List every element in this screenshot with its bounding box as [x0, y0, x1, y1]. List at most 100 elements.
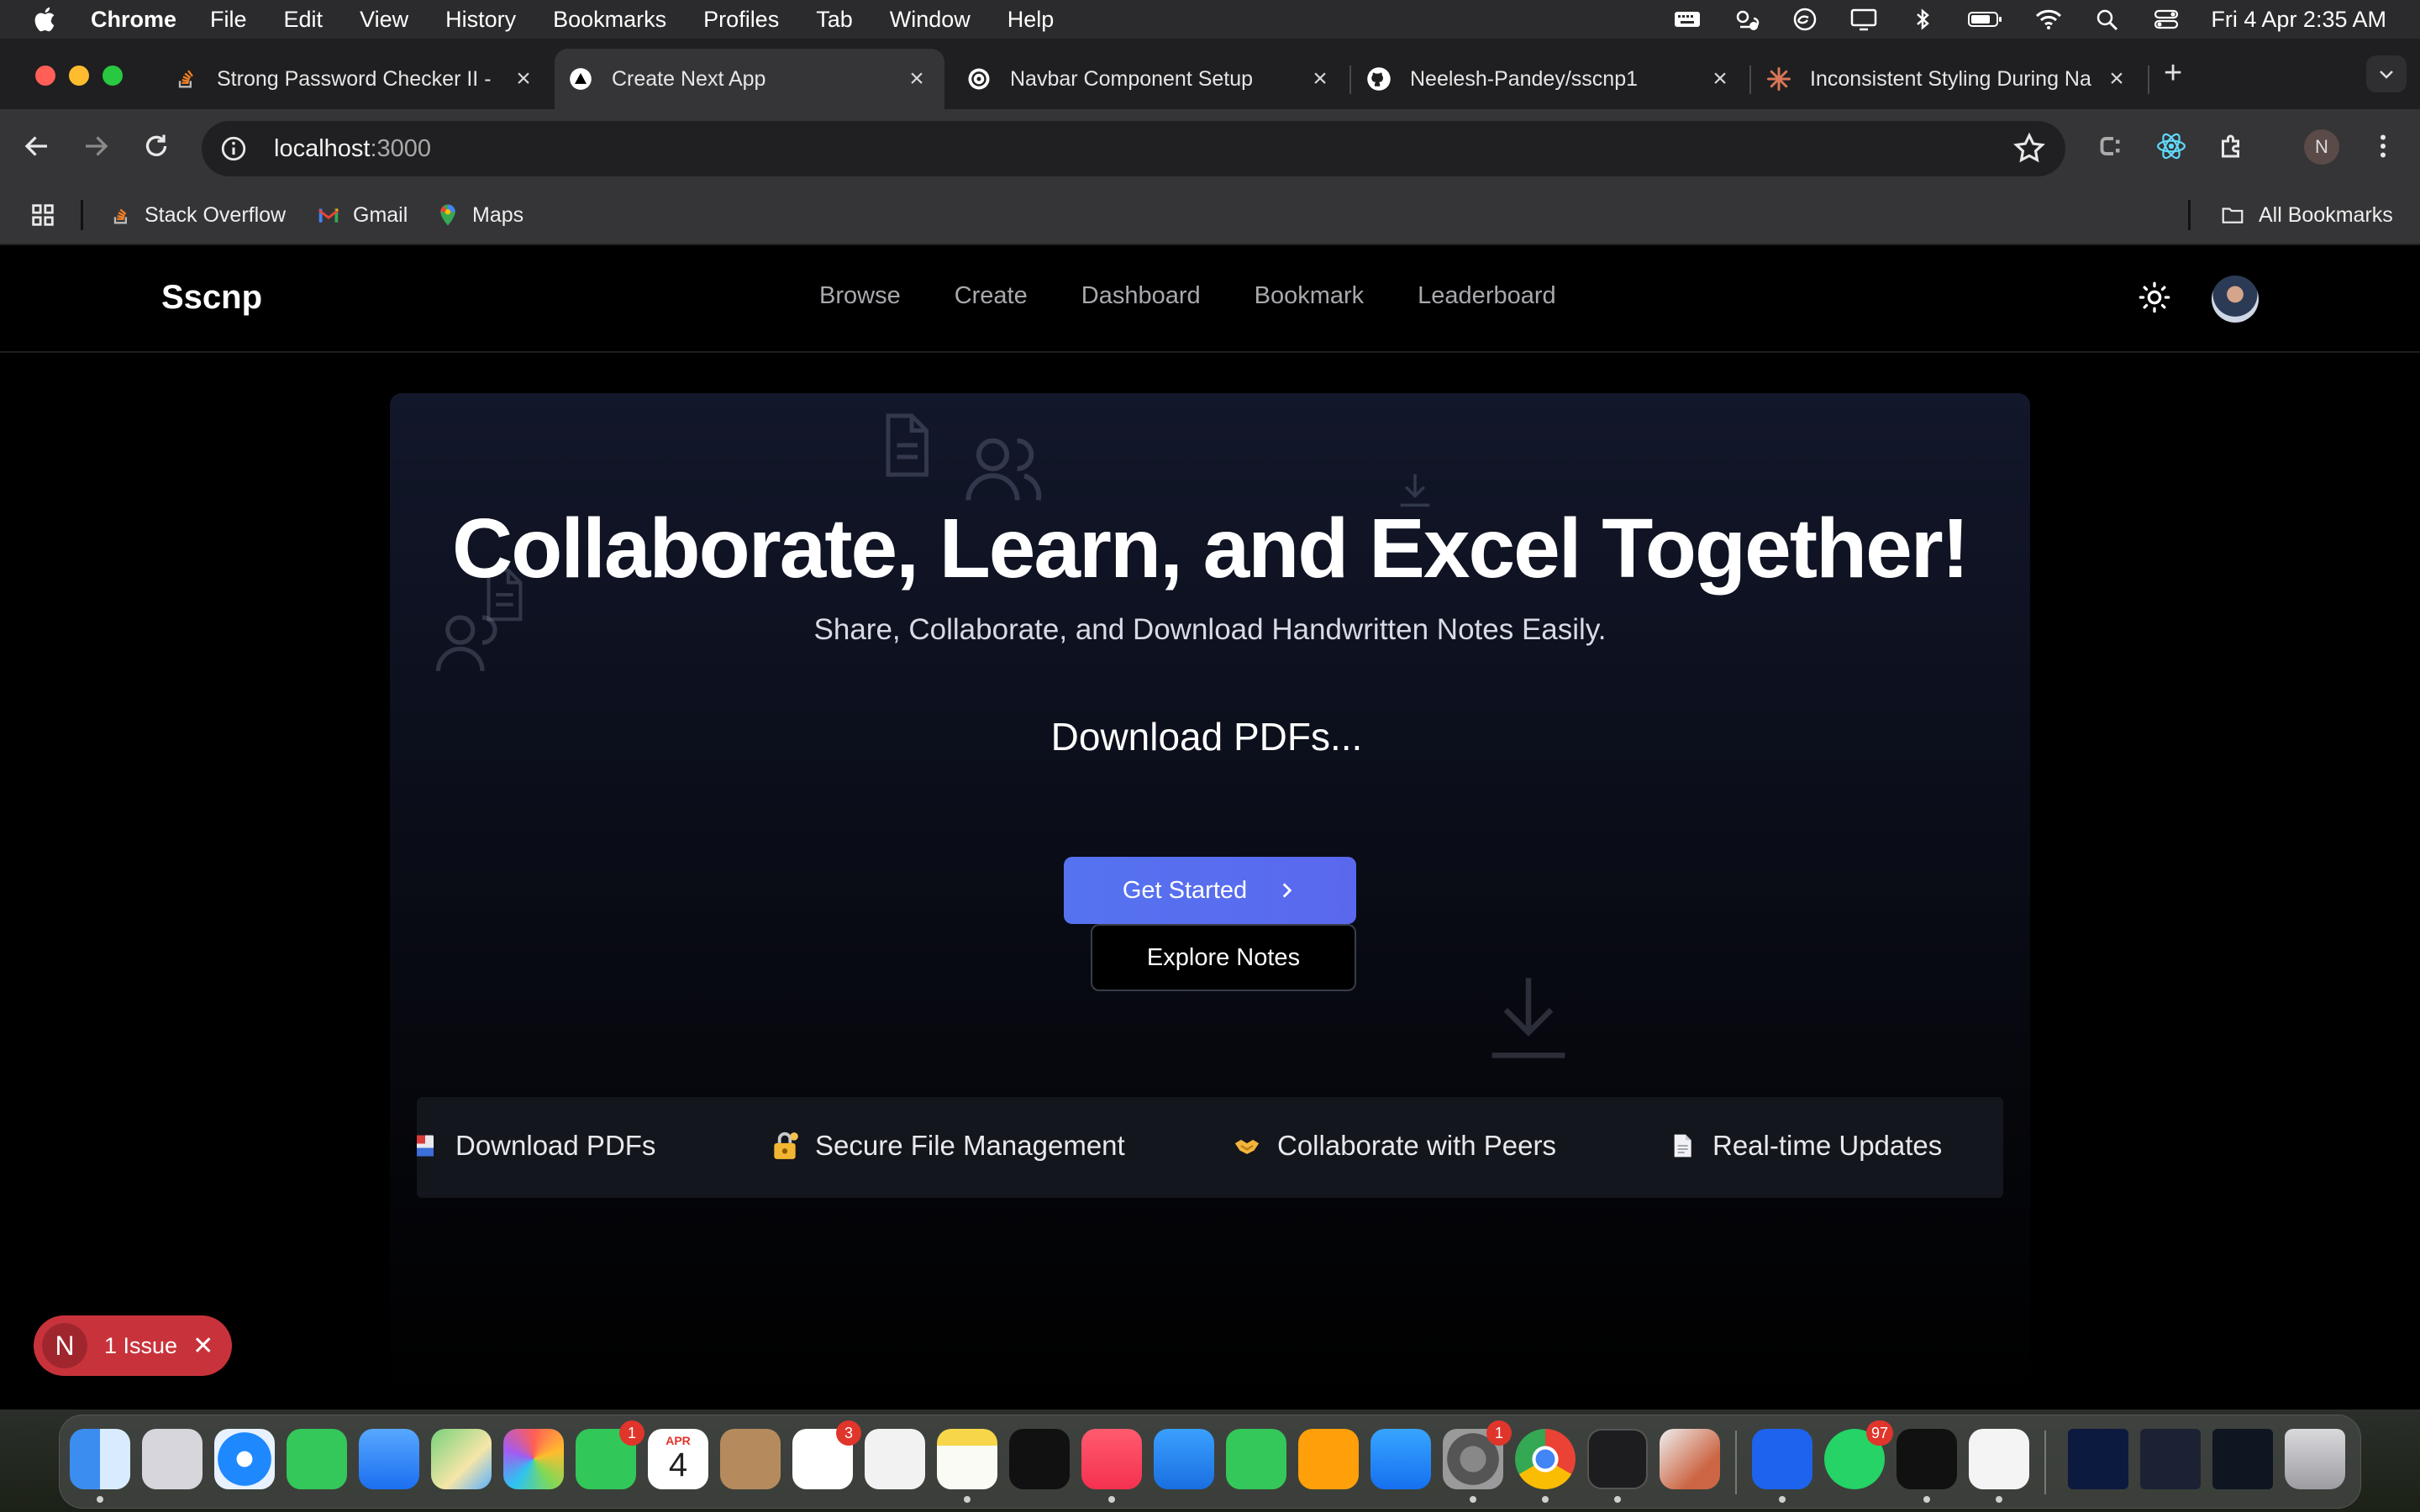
reload-button[interactable] — [138, 128, 175, 165]
bookmark-gmail[interactable]: Gmail — [316, 200, 408, 230]
user-avatar[interactable] — [2212, 276, 2259, 323]
menu-help[interactable]: Help — [1007, 7, 1055, 33]
minimized-window-thumbnail[interactable] — [2068, 1429, 2128, 1489]
photos-icon[interactable] — [503, 1429, 564, 1489]
maps-icon[interactable] — [431, 1429, 492, 1489]
tab-search-button[interactable] — [2366, 55, 2407, 92]
nav-link-bookmark[interactable]: Bookmark — [1255, 282, 1365, 310]
back-button[interactable] — [18, 128, 55, 165]
bookmark-stack-overflow[interactable]: Stack Overflow — [109, 200, 286, 230]
react-devtools-button[interactable] — [2153, 128, 2190, 165]
battery-icon[interactable] — [1967, 7, 2004, 32]
window-close-button[interactable] — [35, 66, 55, 86]
messages-icon[interactable] — [287, 1429, 347, 1489]
bluetooth-icon[interactable] — [1908, 7, 1937, 32]
weather-icon[interactable] — [1732, 7, 1760, 32]
tab-inconsistent-styling[interactable]: Inconsistent Styling During Na × — [1753, 49, 2144, 109]
contacts-icon[interactable] — [720, 1429, 781, 1489]
extensions-button[interactable] — [2213, 128, 2250, 165]
close-tab-icon[interactable]: × — [1307, 66, 1333, 92]
nav-link-create[interactable]: Create — [955, 282, 1028, 310]
screen-mirror-icon[interactable] — [1849, 7, 1878, 32]
site-info-icon[interactable] — [217, 132, 250, 165]
system-settings-icon[interactable]: 1 — [1443, 1420, 1512, 1489]
menu-history[interactable]: History — [445, 7, 516, 33]
get-started-button[interactable]: Get Started — [1064, 857, 1356, 924]
sun-icon[interactable] — [2138, 281, 2171, 314]
nav-link-browse[interactable]: Browse — [819, 282, 901, 310]
finder-icon[interactable] — [70, 1429, 130, 1489]
tab-create-next-app[interactable]: Create Next App × — [555, 49, 944, 109]
close-tab-icon[interactable]: × — [1707, 66, 1733, 92]
window-minimize-button[interactable] — [69, 66, 89, 86]
keyboard-icon[interactable] — [1673, 7, 1702, 32]
address-text[interactable]: localhost:3000 — [274, 135, 431, 163]
trash-icon[interactable] — [2285, 1429, 2345, 1489]
facetime-icon[interactable]: 1 — [576, 1420, 644, 1489]
menu-profiles[interactable]: Profiles — [703, 7, 779, 33]
nav-link-dashboard[interactable]: Dashboard — [1081, 282, 1201, 310]
docker-icon[interactable] — [1752, 1429, 1812, 1489]
tab-strong-password[interactable]: Strong Password Checker II - × — [160, 49, 551, 109]
explore-notes-button[interactable]: Explore Notes — [1091, 924, 1356, 991]
profile-avatar[interactable]: N — [2304, 129, 2339, 165]
nextjs-issues-badge[interactable]: N 1 Issue ✕ — [34, 1315, 232, 1376]
wifi-icon[interactable] — [2034, 7, 2063, 32]
close-tab-icon[interactable]: × — [904, 66, 929, 92]
tab-github-sscnp1[interactable]: Neelesh-Pandey/sscnp1 × — [1353, 49, 1748, 109]
notes-icon[interactable] — [937, 1429, 997, 1489]
chrome-menu-button[interactable] — [2365, 128, 2402, 165]
whatsapp-icon[interactable]: 97 — [1824, 1420, 1893, 1489]
notification-badge: 3 — [836, 1420, 861, 1446]
menu-bookmarks[interactable]: Bookmarks — [553, 7, 666, 33]
pages-icon[interactable] — [1298, 1429, 1359, 1489]
menu-tab[interactable]: Tab — [816, 7, 853, 33]
creative-cloud-icon[interactable] — [1791, 7, 1819, 32]
tab-navbar-component-setup[interactable]: Navbar Component Setup × — [953, 49, 1348, 109]
terminal-icon[interactable] — [1587, 1429, 1648, 1489]
app-name[interactable]: Chrome — [91, 7, 176, 33]
apple-logo-icon[interactable] — [32, 5, 60, 34]
close-tab-icon[interactable]: × — [2104, 66, 2129, 92]
menu-window[interactable]: Window — [890, 7, 971, 33]
numbers-icon[interactable] — [1226, 1429, 1286, 1489]
music-icon[interactable] — [1081, 1429, 1142, 1489]
launchpad-icon[interactable] — [142, 1429, 203, 1489]
nextjs-logo-icon: N — [42, 1323, 87, 1368]
menubar-clock[interactable]: Fri 4 Apr 2:35 AM — [2211, 7, 2386, 33]
nav-link-leaderboard[interactable]: Leaderboard — [1418, 282, 1555, 310]
forward-button[interactable] — [77, 128, 114, 165]
close-tab-icon[interactable]: × — [511, 66, 536, 92]
app-store-icon[interactable] — [1370, 1429, 1431, 1489]
menu-file[interactable]: File — [210, 7, 247, 33]
mail-icon[interactable] — [359, 1429, 419, 1489]
chrome-icon[interactable] — [1515, 1429, 1576, 1489]
freeform-icon[interactable] — [865, 1429, 925, 1489]
site-brand[interactable]: Sscnp — [161, 279, 262, 317]
issues-count[interactable]: 1 Issue — [104, 1333, 177, 1359]
bookmark-star-icon[interactable] — [2012, 131, 2047, 166]
vscode-icon[interactable] — [1969, 1429, 2029, 1489]
menu-edit[interactable]: Edit — [284, 7, 324, 33]
all-bookmarks-button[interactable]: All Bookmarks — [2218, 200, 2393, 230]
close-icon[interactable]: ✕ — [192, 1331, 213, 1361]
bookmark-maps[interactable]: Maps — [435, 200, 523, 230]
spotlight-icon[interactable] — [2093, 7, 2122, 32]
new-tab-button[interactable]: + — [2164, 55, 2182, 92]
bookmark-label: All Bookmarks — [2259, 202, 2393, 227]
calendar-icon[interactable]: APR 4 — [648, 1429, 708, 1489]
control-center-icon[interactable] — [2152, 7, 2181, 32]
window-zoom-button[interactable] — [103, 66, 123, 86]
reminders-icon[interactable]: 3 — [792, 1420, 861, 1489]
extension-c-button[interactable] — [2092, 128, 2129, 165]
simulator-icon[interactable] — [1660, 1429, 1720, 1489]
apple-tv-icon[interactable] — [1009, 1429, 1070, 1489]
address-bar[interactable]: localhost:3000 — [202, 121, 2065, 176]
minimized-window-thumbnail[interactable] — [2140, 1429, 2201, 1489]
safari-icon[interactable] — [214, 1429, 275, 1489]
minimized-window-thumbnail[interactable] — [2212, 1429, 2273, 1489]
keynote-icon[interactable] — [1154, 1429, 1214, 1489]
apps-button[interactable] — [29, 200, 57, 230]
menu-view[interactable]: View — [360, 7, 408, 33]
cursor-icon[interactable] — [1897, 1429, 1957, 1489]
